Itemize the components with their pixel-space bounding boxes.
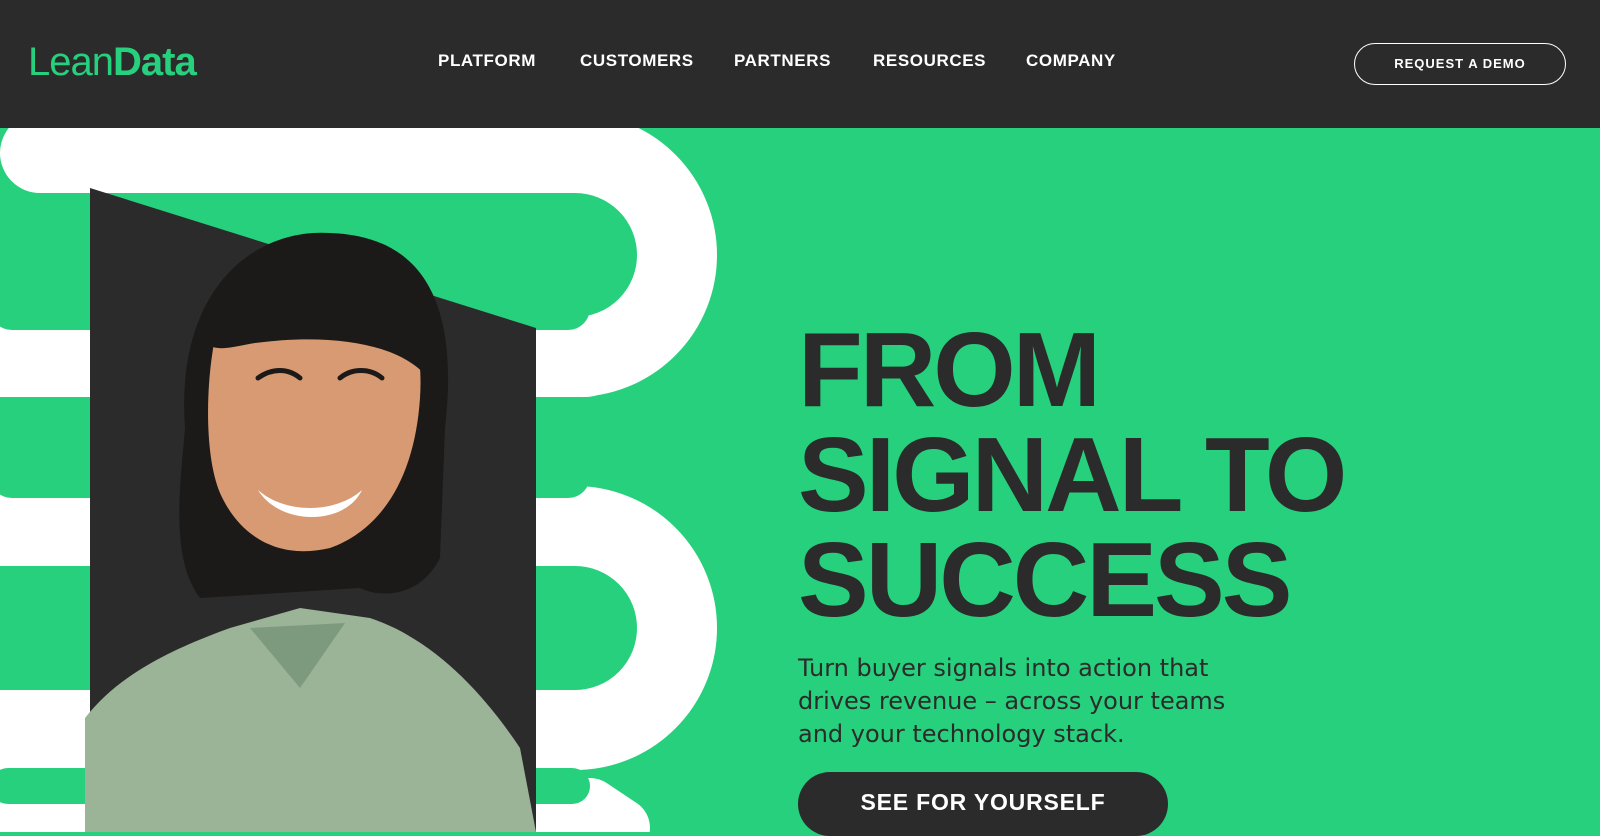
nav-item-partners[interactable]: PARTNERS	[734, 50, 831, 72]
headline-line-2: SIGNAL TO	[798, 416, 1347, 534]
hero-illustration	[0, 128, 717, 832]
headline-line-1: FROM	[798, 311, 1101, 429]
top-navigation-bar: LeanData PLATFORM CUSTOMERS PARTNERS RES…	[0, 0, 1600, 128]
headline-line-3: SUCCESS	[798, 521, 1292, 639]
request-demo-button[interactable]: REQUEST A DEMO	[1354, 43, 1566, 85]
nav-item-resources[interactable]: RESOURCES	[873, 50, 986, 72]
logo-text-data: Data	[112, 40, 197, 84]
see-for-yourself-button[interactable]: SEE FOR YOURSELF	[798, 772, 1168, 836]
hero-subheading: Turn buyer signals into action that driv…	[798, 654, 1226, 748]
leandata-logo[interactable]: LeanData	[28, 38, 197, 86]
hero-headline: FROM SIGNAL TO SUCCESS	[798, 311, 1347, 639]
nav-item-platform[interactable]: PLATFORM	[438, 50, 536, 72]
nav-item-company[interactable]: COMPANY	[1026, 50, 1116, 72]
nav-item-customers[interactable]: CUSTOMERS	[580, 50, 694, 72]
logo-text-lean: Lean	[28, 40, 114, 84]
